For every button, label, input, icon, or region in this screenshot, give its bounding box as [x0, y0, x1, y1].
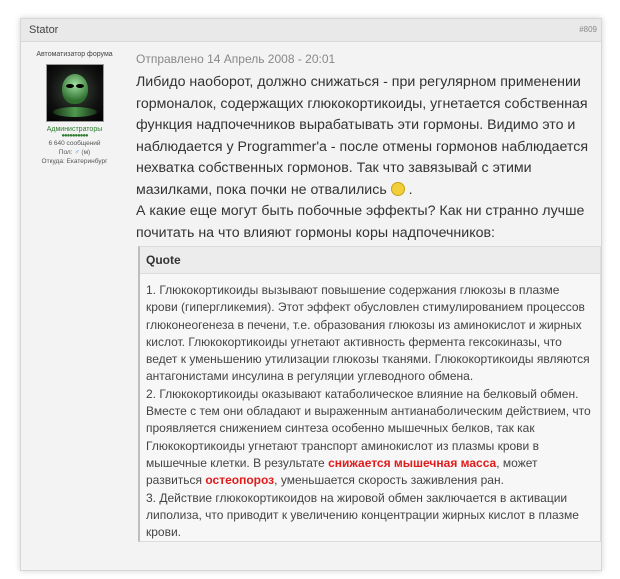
forum-post: Stator #809 Автоматизатор форума Админис…: [20, 18, 602, 571]
paragraph: А какие еще могут быть побочные эффекты?…: [136, 203, 585, 241]
glow-decoration: [52, 107, 97, 117]
avatar[interactable]: [45, 64, 104, 122]
post-content: Отправлено 14 Апрель 2008 - 20:01 Либидо…: [136, 42, 601, 570]
eye-icon: [65, 84, 74, 88]
post-date: Отправлено 14 Апрель 2008 - 20:01: [136, 52, 336, 66]
post-number-link[interactable]: #809: [579, 19, 597, 41]
alien-head-icon: [61, 74, 88, 104]
quote-item-2: 2. Глюкокортикоиды оказывают катаболичес…: [146, 386, 594, 490]
eye-icon: [75, 84, 84, 88]
post-count: 6 640 сообщений: [48, 140, 101, 147]
author-profile: Автоматизатор форума Администраторы ●●●●…: [21, 42, 128, 570]
quote-block: Quote 1. Глюкокортикоиды вызывают повыше…: [138, 246, 601, 543]
quote-item-1: 1. Глюкокортикоиды вызывают повышение со…: [146, 283, 590, 384]
smiley-icon: [390, 181, 405, 196]
male-icon: ♂: [74, 149, 80, 156]
paragraph-text: Либидо наоборот, должно снижаться - при …: [136, 74, 589, 198]
author-name[interactable]: Stator: [29, 24, 58, 36]
quote-title: Quote: [140, 247, 600, 274]
gender-label: Пол:: [58, 149, 73, 156]
quote-item-3: 3. Действие глюкокортикоидов на жировой …: [146, 490, 579, 540]
quote-text: , уменьшается скорость заживления ран.: [274, 473, 504, 488]
highlight-text: остеопороз: [205, 473, 275, 488]
post-header: Stator #809: [21, 19, 601, 42]
paragraph-tail: .: [404, 181, 413, 198]
user-group: Администраторы: [46, 126, 103, 133]
quote-body: 1. Глюкокортикоиды вызывают повышение со…: [140, 274, 600, 541]
highlight-text: снижается мышечная масса: [328, 455, 497, 470]
gender-line: Пол: ♂ (м): [21, 148, 128, 157]
user-rank: Автоматизатор форума: [36, 51, 113, 58]
post-body: Либидо наоборот, должно снижаться - при …: [136, 72, 601, 244]
paragraph: Либидо наоборот, должно снижаться - при …: [136, 72, 601, 201]
gender-value: (м): [81, 149, 91, 156]
user-location: Откуда: Екатеринбург: [41, 158, 108, 165]
